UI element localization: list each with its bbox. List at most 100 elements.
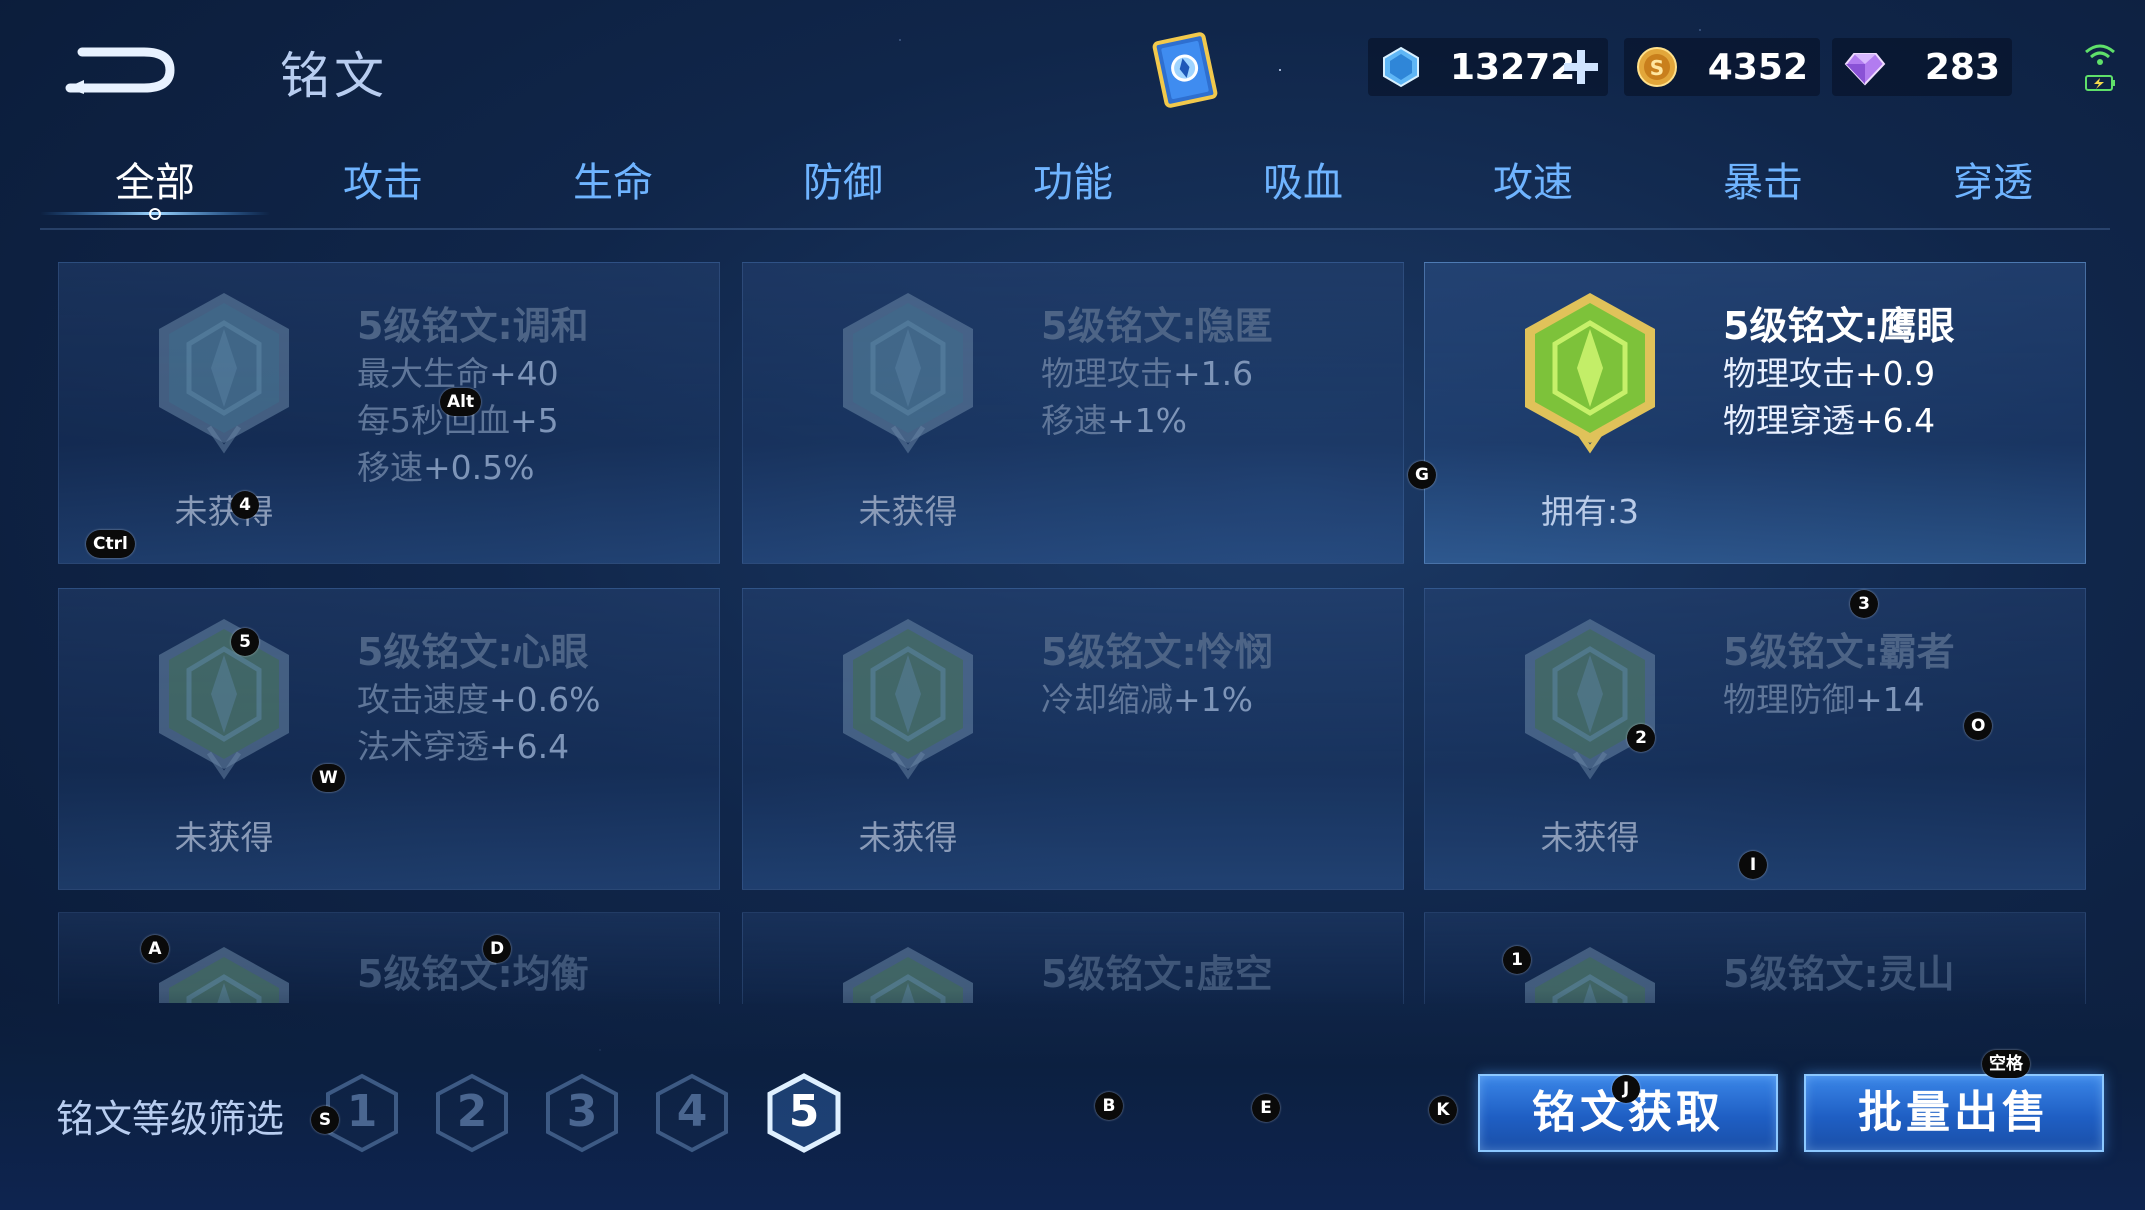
inscription-book-icon[interactable] xyxy=(1140,28,1230,113)
tab-lifesteal[interactable]: 吸血 xyxy=(1203,150,1403,208)
hotkey-label-e: E xyxy=(1252,1094,1280,1122)
coin-amount: 4352 xyxy=(1707,47,1808,88)
top-bar: 铭文 13272 S 4352 283 xyxy=(0,0,2145,135)
attribute-label: 最大生命 xyxy=(357,354,489,393)
inscription-card-hawkeye[interactable]: 5级铭文:鹰眼 物理攻击+0.9 物理穿透+6.4 拥有:3 xyxy=(1424,262,2086,564)
tab-all[interactable]: 全部 xyxy=(55,150,255,208)
tab-health[interactable]: 生命 xyxy=(513,150,713,208)
battery-icon xyxy=(2085,75,2115,91)
attribute-label: 物理防御 xyxy=(1723,680,1855,719)
attribute-label: 攻击速度 xyxy=(357,680,489,719)
bulk-sell-button[interactable]: 批量出售 xyxy=(1804,1074,2104,1152)
diamond-currency: 283 xyxy=(1832,38,2012,96)
svg-text:S: S xyxy=(1650,56,1664,80)
attribute-value: +40 xyxy=(489,354,559,393)
gem-currency: 13272 xyxy=(1368,38,1608,96)
status-icons xyxy=(2080,38,2120,98)
hotkey-label-1: 1 xyxy=(1503,946,1531,974)
attribute-label: 法术穿透 xyxy=(357,727,489,766)
attribute-value: +14 xyxy=(1855,680,1925,719)
not-obtained-label: 未获得 xyxy=(174,492,274,531)
attribute-value: +5 xyxy=(510,401,559,440)
diamond-amount: 283 xyxy=(1924,47,2000,88)
attribute-value: +1.6 xyxy=(1173,354,1254,393)
owned-count: 拥有:3 xyxy=(1540,492,1640,531)
hotkey-label-4: 4 xyxy=(231,491,259,519)
wifi-icon xyxy=(2085,44,2115,65)
hotkey-label-b: B xyxy=(1095,1092,1123,1120)
hotkey-label-k: K xyxy=(1429,1096,1457,1124)
inscription-attribute: 物理攻击+1.6 xyxy=(1041,347,1253,395)
attribute-value: +0.9 xyxy=(1855,354,1936,393)
inscription-attribute: 物理攻击+0.9 xyxy=(1723,347,1935,395)
attribute-label: 冷却缩减 xyxy=(1041,680,1173,719)
inscription-card-mind-eye[interactable]: 5级铭文:心眼 攻击速度+0.6% 法术穿透+6.4 未获得 xyxy=(58,588,720,890)
inscription-attribute: 物理穿透+6.4 xyxy=(1723,394,1935,442)
attribute-label: 物理攻击 xyxy=(1041,354,1173,393)
level-filter-2[interactable]: 2 xyxy=(434,1072,510,1154)
level-filter-label: 4 xyxy=(676,1086,708,1137)
level-filter-label: 铭文等级筛选 xyxy=(56,1097,285,1141)
inscription-name: 5级铭文:调和 xyxy=(357,304,589,348)
attribute-label: 物理攻击 xyxy=(1723,354,1855,393)
tab-penetration[interactable]: 穿透 xyxy=(1893,150,2093,208)
category-tabs: 全部 攻击 生命 防御 功能 吸血 攻速 暴击 穿透 xyxy=(40,140,2110,230)
hotkey-label-i: I xyxy=(1739,851,1767,879)
blue-gem-icon xyxy=(1383,46,1419,88)
level-filter-3[interactable]: 3 xyxy=(544,1072,620,1154)
inscription-emblem-icon xyxy=(833,289,983,454)
level-filter-5[interactable]: 5 xyxy=(766,1072,842,1154)
inscription-card-stealth[interactable]: 5级铭文:隐匿 物理攻击+1.6 移速+1% 未获得 xyxy=(742,262,1404,564)
not-obtained-label: 未获得 xyxy=(1540,818,1640,857)
hotkey-label-3: 3 xyxy=(1850,590,1878,618)
back-arrow-icon xyxy=(65,47,175,94)
attribute-value: +0.5% xyxy=(423,448,535,487)
level-filter-4[interactable]: 4 xyxy=(654,1072,730,1154)
tab-defense[interactable]: 防御 xyxy=(743,150,943,208)
inscription-card-overlord[interactable]: 5级铭文:霸者 物理防御+14 未获得 xyxy=(1424,588,2086,890)
inscription-emblem-icon xyxy=(1515,615,1665,780)
level-filter-label: 3 xyxy=(566,1086,598,1137)
attribute-value: +6.4 xyxy=(1855,401,1936,440)
inscription-emblem-icon xyxy=(149,289,299,454)
attribute-label: 物理穿透 xyxy=(1723,401,1855,440)
tab-attack[interactable]: 攻击 xyxy=(283,150,483,208)
attribute-value: +0.6% xyxy=(489,680,601,719)
inscription-attribute: 法术穿透+6.4 xyxy=(357,720,569,768)
plus-icon xyxy=(1564,50,1598,84)
hotkey-label-5: 5 xyxy=(231,628,259,656)
attribute-label: 每5秒回血 xyxy=(357,401,510,440)
inscription-name: 5级铭文:鹰眼 xyxy=(1723,304,1955,348)
hotkey-label-space: 空格 xyxy=(1982,1050,2030,1078)
back-button[interactable] xyxy=(62,30,182,94)
tab-attack-speed[interactable]: 攻速 xyxy=(1433,150,1633,208)
inscription-emblem-icon xyxy=(833,615,983,780)
inscription-card-harmony[interactable]: 5级铭文:调和 最大生命+40 每5秒回血+5 移速+0.5% 未获得 xyxy=(58,262,720,564)
hotkey-label-d: D xyxy=(483,935,512,963)
active-tab-indicator xyxy=(40,208,270,220)
tab-utility[interactable]: 功能 xyxy=(973,150,1173,208)
inscription-attribute: 攻击速度+0.6% xyxy=(357,673,601,721)
inscription-emblem-icon xyxy=(1515,289,1665,454)
hotkey-label-2: 2 xyxy=(1627,724,1655,752)
attribute-label: 移速 xyxy=(357,448,423,487)
hotkey-label-s: S xyxy=(311,1106,339,1134)
inscription-attribute: 移速+1% xyxy=(1041,394,1187,442)
hotkey-label-ctrl: Ctrl xyxy=(86,530,135,558)
inscription-attribute: 移速+0.5% xyxy=(357,441,535,489)
inscription-card-mercy[interactable]: 5级铭文:怜悯 冷却缩减+1% 未获得 xyxy=(742,588,1404,890)
tab-critical[interactable]: 暴击 xyxy=(1663,150,1863,208)
hotkey-label-g: G xyxy=(1408,461,1436,489)
not-obtained-label: 未获得 xyxy=(858,818,958,857)
level-filter-label: 2 xyxy=(456,1086,488,1137)
page-title: 铭文 xyxy=(280,47,388,105)
not-obtained-label: 未获得 xyxy=(858,492,958,531)
gem-amount: 13272 xyxy=(1450,47,1576,88)
attribute-value: +1% xyxy=(1107,401,1188,440)
gold-coin-icon: S xyxy=(1637,47,1677,87)
level-filter-label: 5 xyxy=(788,1086,820,1137)
hotkey-label-w: W xyxy=(312,764,345,792)
add-gem-button[interactable] xyxy=(1558,44,1604,90)
inscription-name: 5级铭文:隐匿 xyxy=(1041,304,1273,348)
inscription-name: 5级铭文:怜悯 xyxy=(1041,630,1273,674)
